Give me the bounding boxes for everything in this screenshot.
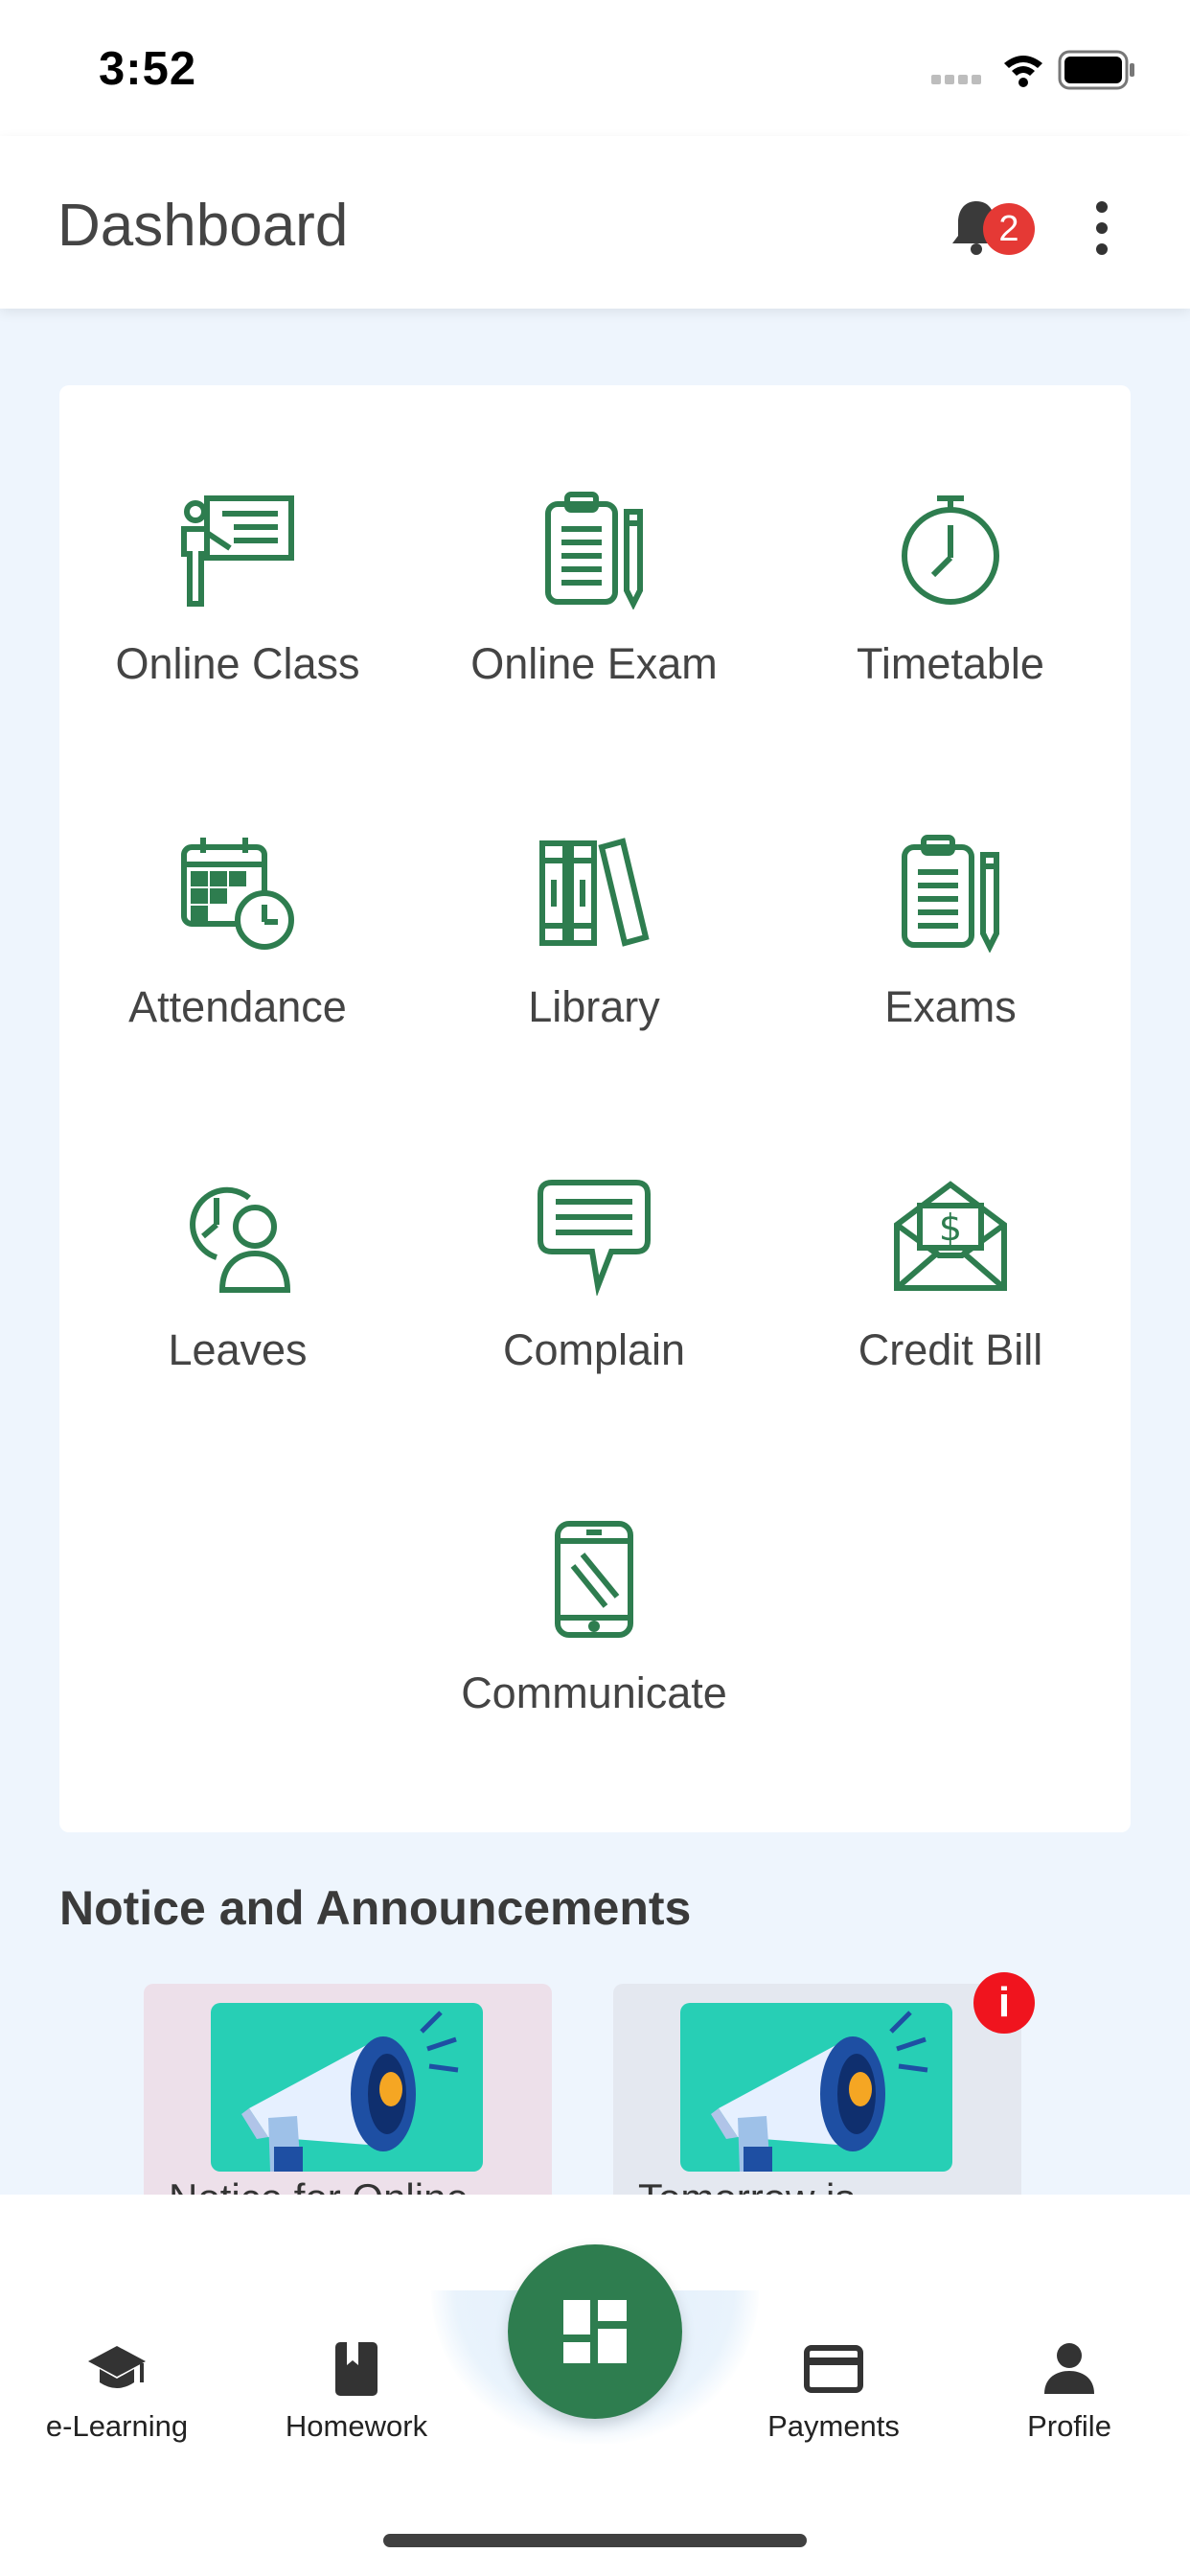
status-bar: 3:52 (0, 0, 1190, 136)
nav-item-profile[interactable]: Profile (954, 2338, 1184, 2453)
menu-tile-communicate[interactable]: Communicate (416, 1520, 772, 1807)
menu-tile-credit-bill[interactable]: $ Credit Bill (772, 1177, 1129, 1464)
menu-tile-label: Library (528, 982, 660, 1031)
menu-tile-online-exam[interactable]: Online Exam (416, 491, 772, 778)
books-icon (539, 838, 650, 947)
menu-tile-online-class[interactable]: Online Class (59, 491, 416, 778)
menu-tile-attendance[interactable]: Attendance (59, 834, 416, 1121)
menu-tile-timetable[interactable]: Timetable (772, 491, 1129, 778)
nav-label: Profile (1027, 2409, 1111, 2443)
clipboard-pencil-icon (545, 492, 643, 610)
notice-text: Notice for Online (169, 2175, 469, 2195)
megaphone-image (211, 2003, 483, 2172)
nav-label: Homework (285, 2409, 428, 2443)
clipboard-pencil-icon (902, 835, 999, 953)
megaphone-icon (241, 2011, 459, 2172)
dashboard-grid-icon (563, 2300, 627, 2363)
menu-tile-label: Timetable (857, 639, 1044, 688)
menu-tile-label: Attendance (128, 982, 347, 1031)
signal-wifi-battery-icon (931, 50, 1134, 90)
menu-tile-label: Exams (884, 982, 1017, 1031)
home-indicator[interactable] (383, 2534, 807, 2547)
user-clock-icon (190, 1186, 291, 1293)
nav-label: Payments (767, 2409, 900, 2443)
menu-tile-leaves[interactable]: Leaves (59, 1177, 416, 1464)
person-icon (1044, 2343, 1094, 2394)
nav-item-payments[interactable]: Payments (719, 2338, 949, 2453)
more-vert-icon[interactable] (1083, 199, 1121, 257)
chat-bubble-icon (538, 1180, 651, 1296)
menu-tile-complain[interactable]: Complain (416, 1177, 772, 1464)
presentation-icon (181, 495, 294, 607)
notices-section-title: Notice and Announcements (59, 1881, 692, 1935)
nav-label: e-Learning (45, 2409, 189, 2443)
megaphone-image (680, 2003, 952, 2172)
calendar-clock-icon (181, 838, 294, 950)
menu-grid: Online Class Online Exam Timetable Atten… (59, 385, 1131, 1832)
bottom-nav: e-Learning Homework Payments Profile (0, 2195, 1190, 2576)
menu-tile-exams[interactable]: Exams (772, 834, 1129, 1121)
nav-item-homework[interactable]: Homework (241, 2338, 471, 2453)
menu-tile-label: Credit Bill (858, 1325, 1043, 1374)
menu-tile-label: Leaves (168, 1325, 308, 1374)
status-time: 3:52 (99, 43, 197, 95)
mobile-phone-icon (555, 1521, 633, 1638)
page-title: Dashboard (57, 193, 349, 259)
menu-tile-label: Communicate (461, 1668, 727, 1717)
envelope-dollar-icon: $ (894, 1181, 1007, 1291)
dashboard-fab[interactable] (508, 2244, 682, 2419)
status-icons (931, 50, 1142, 92)
graduation-cap-icon (88, 2346, 146, 2388)
notification-badge: 2 (983, 203, 1035, 255)
notice-card[interactable]: Notice for Online (144, 1984, 552, 2195)
menu-tile-label: Online Class (115, 639, 360, 688)
book-icon (335, 2342, 378, 2396)
megaphone-icon (711, 2011, 928, 2172)
menu-tile-library[interactable]: Library (416, 834, 772, 1121)
credit-card-icon (804, 2345, 863, 2393)
menu-tile-label: Complain (502, 1325, 686, 1374)
stopwatch-icon (902, 495, 999, 605)
nav-item-e-learning[interactable]: e-Learning (2, 2338, 232, 2453)
info-badge: i (973, 1972, 1035, 2034)
app-header: Dashboard 2 (0, 136, 1190, 309)
notice-text: Tomorrow is (638, 2175, 855, 2195)
notice-card[interactable]: Tomorrow is (613, 1984, 1021, 2195)
svg-text:$: $ (939, 1207, 962, 1249)
menu-tile-label: Online Exam (470, 639, 718, 688)
